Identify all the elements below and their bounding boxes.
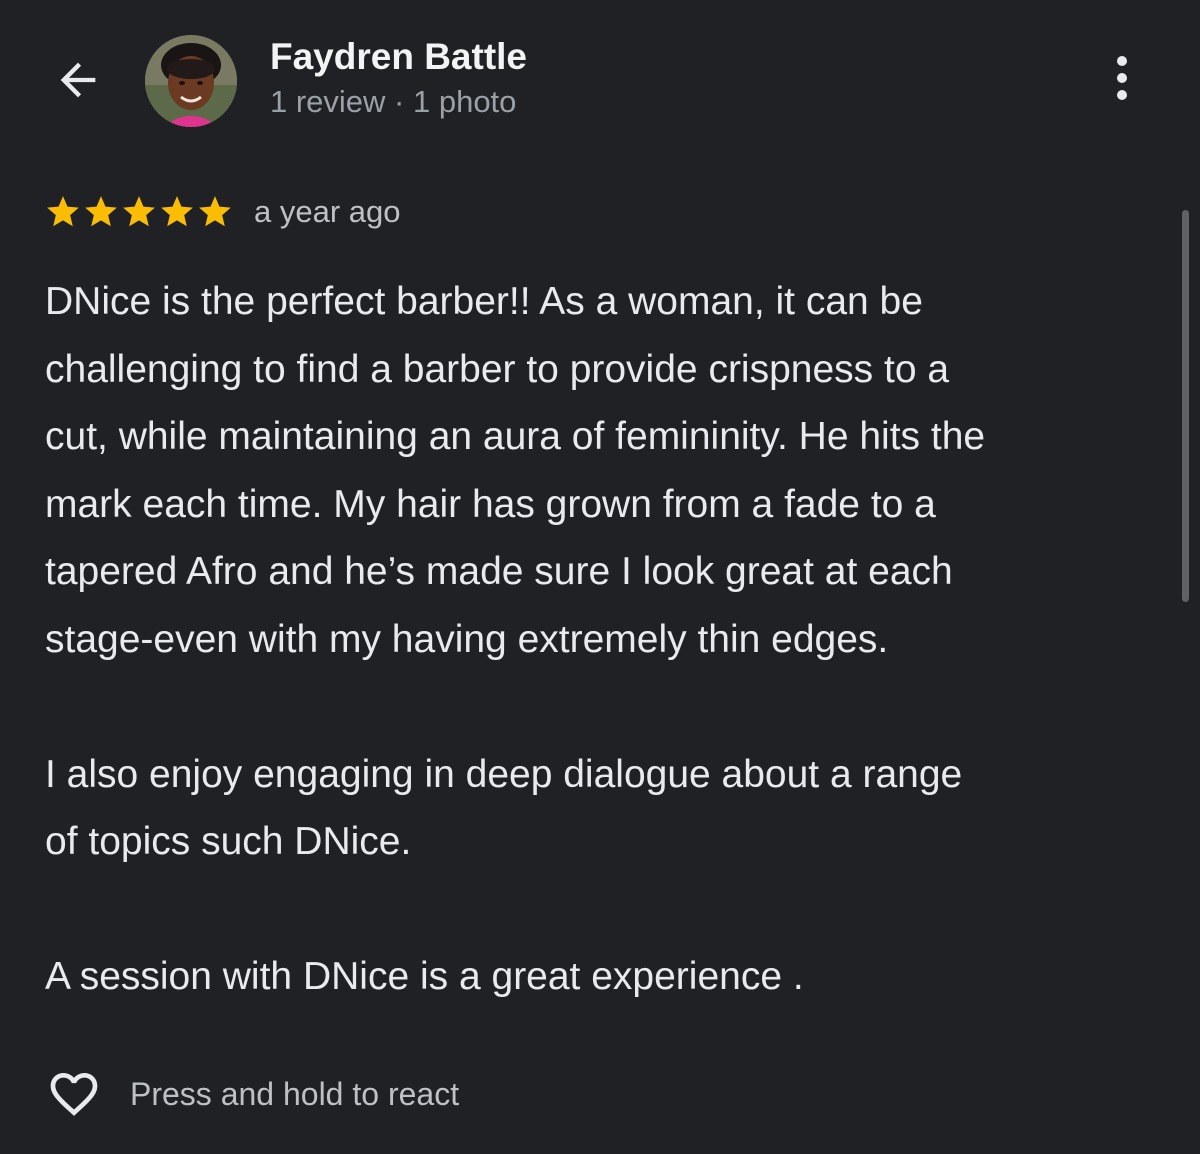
review-text-line: A session with DNice is a great experien… <box>45 955 804 998</box>
star-icon <box>47 196 79 227</box>
reviewer-name[interactable]: Faydren Battle <box>270 36 527 78</box>
back-button[interactable] <box>46 48 110 112</box>
rating-row: a year ago <box>44 190 401 234</box>
review-text-line: mark each time. My hair has grown from a… <box>45 482 936 526</box>
star-icon <box>199 196 231 227</box>
more-vertical-icon-dot <box>1117 90 1127 100</box>
star-icon <box>161 196 193 227</box>
react-button[interactable]: Press and hold to react <box>44 1064 459 1124</box>
star-icon <box>85 196 117 227</box>
reviewer-stats: 1 review · 1 photo <box>270 84 517 119</box>
review-text-line: cut, while maintaining an aura of femini… <box>45 415 986 458</box>
star-rating <box>44 193 234 231</box>
review-text-line: of topics such DNice. <box>45 820 412 863</box>
more-vertical-icon-dot <box>1117 73 1127 83</box>
review-time: a year ago <box>254 194 401 229</box>
arrow-left-icon <box>60 62 96 98</box>
scrollbar[interactable] <box>1182 210 1189 602</box>
more-vertical-icon <box>1117 56 1127 66</box>
avatar-image <box>145 35 237 127</box>
review-text-line: I also enjoy engaging in deep dialogue a… <box>45 752 963 796</box>
react-label: Press and hold to react <box>130 1075 460 1112</box>
more-options-button[interactable] <box>1096 50 1148 106</box>
review-text: DNice is the perfect barber!! As a woman… <box>45 268 1160 1011</box>
heart-outline-icon <box>50 1073 98 1116</box>
review-text-line: stage-even with my having extremely thin… <box>45 617 889 661</box>
avatar[interactable] <box>145 35 237 127</box>
review-text-line: challenging to find a barber to provide … <box>45 347 950 391</box>
star-icon <box>123 196 155 227</box>
review-header: Faydren Battle 1 review · 1 photo <box>0 0 1200 150</box>
review-text-line: DNice is the perfect barber!! As a woman… <box>45 280 923 323</box>
review-text-line: tapered Afro and he’s made sure I look g… <box>45 550 953 593</box>
